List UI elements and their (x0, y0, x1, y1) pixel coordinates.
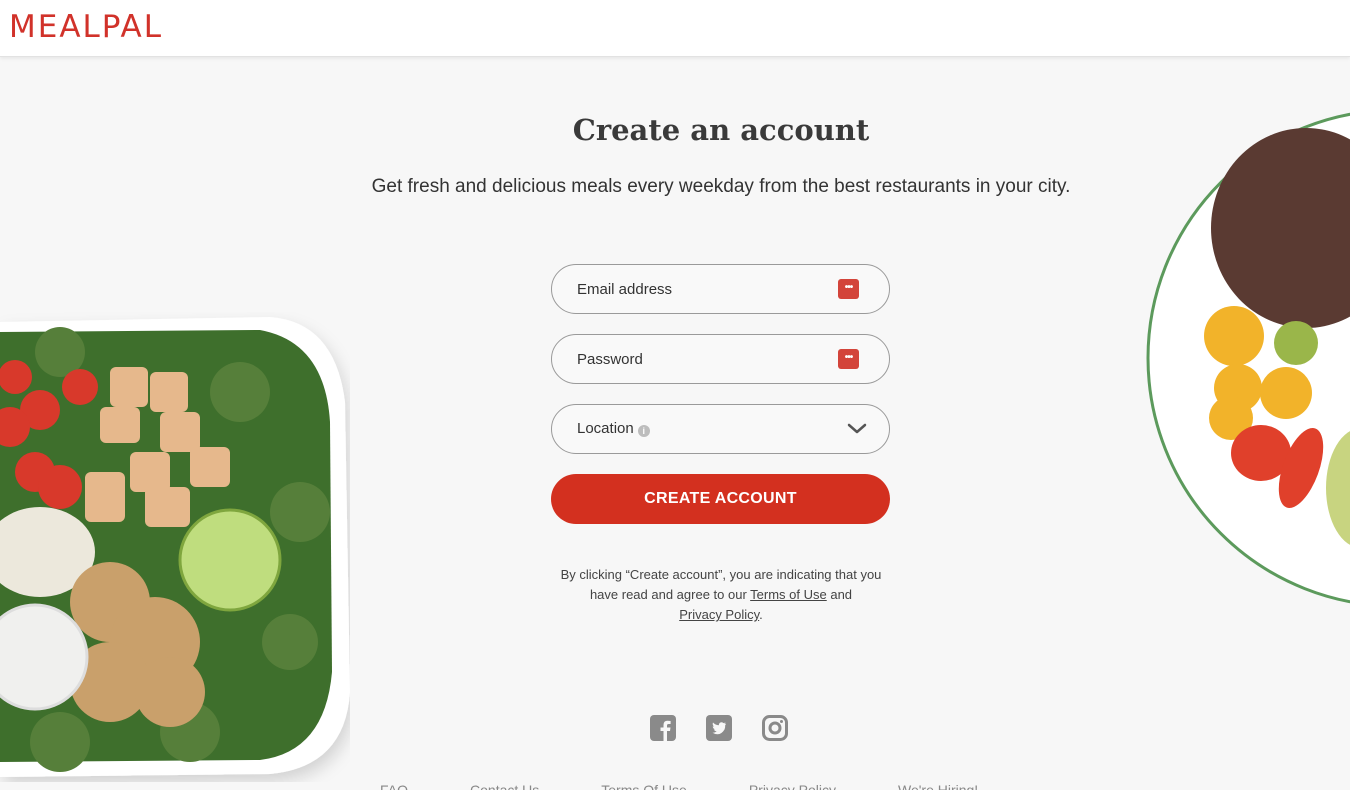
footer-link-terms[interactable]: Terms Of Use (601, 782, 687, 790)
page-subtitle: Get fresh and delicious meals every week… (371, 176, 1071, 197)
page-title: Create an account (572, 113, 870, 147)
password-manager-icon[interactable]: ••• (838, 349, 859, 369)
password-manager-icon[interactable]: ••• (838, 279, 859, 299)
social-links (650, 715, 788, 741)
footer-link-hiring[interactable]: We're Hiring! (898, 782, 978, 790)
footer-links: FAQ Contact Us Terms Of Use Privacy Poli… (380, 782, 978, 790)
password-input[interactable] (577, 335, 827, 383)
instagram-icon[interactable] (762, 715, 788, 741)
legal-notice: By clicking “Create account”, you are in… (560, 567, 882, 622)
terms-of-use-link[interactable]: Terms of Use (750, 587, 827, 602)
location-select[interactable]: Location i (551, 404, 890, 454)
mealpal-logo[interactable]: MEALPAL (9, 9, 163, 45)
location-label: Location i (577, 420, 650, 437)
salad-image (0, 317, 350, 777)
footer-link-contact[interactable]: Contact Us (470, 782, 539, 790)
twitter-icon[interactable] (706, 715, 732, 741)
email-input[interactable] (577, 265, 827, 313)
facebook-icon[interactable] (650, 715, 676, 741)
email-field[interactable]: ••• (551, 264, 890, 314)
footer-link-privacy[interactable]: Privacy Policy (749, 782, 836, 790)
password-field[interactable]: ••• (551, 334, 890, 384)
create-account-button[interactable]: CREATE ACCOUNT (551, 474, 890, 524)
site-header: MEALPAL (0, 0, 1350, 57)
chevron-down-icon[interactable] (847, 419, 867, 439)
privacy-policy-link[interactable]: Privacy Policy (679, 607, 759, 622)
footer-link-faq[interactable]: FAQ (380, 782, 408, 790)
info-icon[interactable]: i (637, 425, 650, 437)
